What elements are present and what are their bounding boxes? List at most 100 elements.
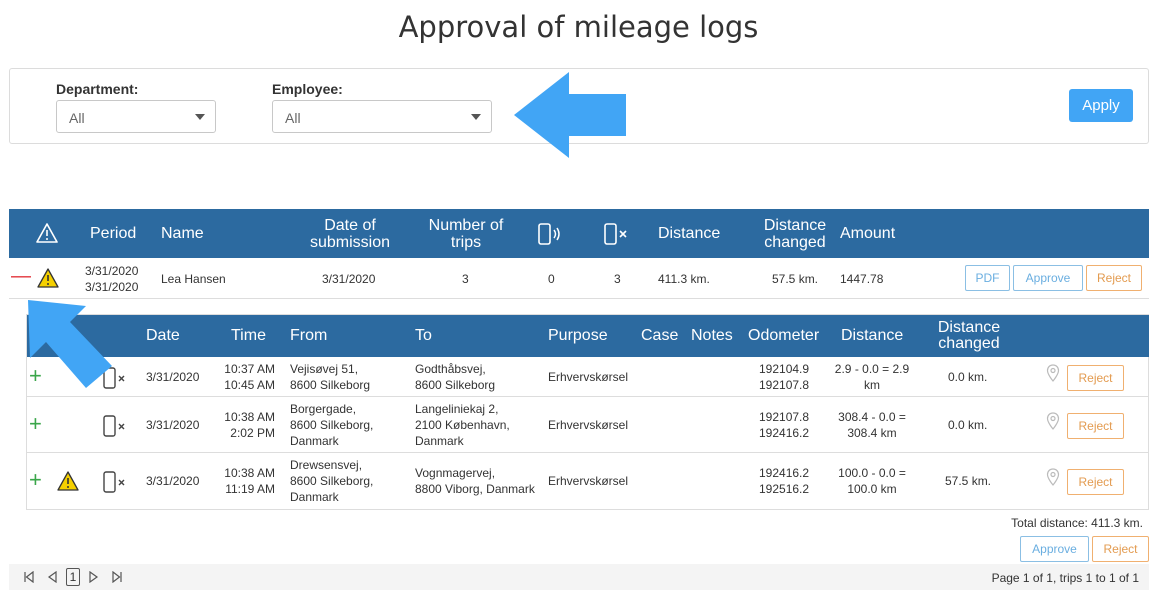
header-number-of-trips: Number of trips [428, 217, 504, 251]
warning-icon [37, 268, 59, 288]
trip-odometer: 192107.8 192416.2 [759, 410, 810, 440]
header-trip-distance-changed: Distance changed [937, 319, 1001, 352]
first-page-icon[interactable] [23, 571, 35, 583]
row-distance: 411.3 km. [658, 272, 710, 286]
header-time: Time [231, 327, 266, 344]
row-amount: 1447.78 [840, 272, 884, 286]
header-distance: Distance [658, 225, 721, 242]
warning-icon [57, 471, 79, 491]
trips-table: Date Time From To Purpose Case Notes Odo… [26, 314, 1149, 510]
collapse-icon[interactable]: — [11, 265, 31, 288]
row-manual-trips: 3 [614, 272, 621, 286]
trip-distance: 100.0 - 0.0 = 100.0 km [838, 466, 906, 496]
row-name: Lea Hansen [161, 272, 226, 286]
manual-phone-icon [103, 471, 125, 493]
auto-tracking-phone-icon [538, 223, 560, 245]
employee-select[interactable]: All [272, 100, 492, 133]
reject-all-button[interactable]: Reject [1092, 536, 1149, 562]
trip-time: 10:38 AM 11:19 AM [224, 466, 275, 496]
table-row: + 3/31/2020 10:38 AM 2:02 PM Borgergade,… [27, 397, 1149, 453]
department-select[interactable]: All [56, 100, 216, 133]
trip-purpose: Erhvervskørsel [548, 370, 629, 384]
pdf-button[interactable]: PDF [965, 265, 1010, 291]
page-title: Approval of mileage logs [398, 10, 759, 44]
department-select-value: All [69, 110, 85, 126]
trip-from: Drewsensvej, 8600 Silkeborg, Danmark [290, 458, 374, 504]
trip-distance: 308.4 - 0.0 = 308.4 km [838, 410, 906, 440]
trip-reject-button[interactable]: Reject [1067, 365, 1124, 391]
next-page-icon[interactable] [88, 571, 100, 583]
approve-button[interactable]: Approve [1013, 265, 1083, 291]
header-notes: Notes [691, 327, 733, 344]
trip-distance-changed: 0.0 km. [948, 418, 988, 432]
trip-purpose: Erhvervskørsel [548, 418, 629, 432]
reject-button[interactable]: Reject [1086, 265, 1142, 291]
map-pin-icon[interactable] [1046, 412, 1060, 430]
header-amount: Amount [840, 225, 896, 242]
row-distance-changed: 57.5 km. [772, 272, 819, 286]
trip-odometer: 192416.2 192516.2 [759, 466, 810, 496]
table-row: — 3/31/2020 3/31/2020 Lea Hansen 3/31/20… [9, 259, 1149, 299]
trip-distance: 2.9 - 0.0 = 2.9 km [834, 362, 910, 392]
header-purpose: Purpose [548, 327, 608, 344]
header-date-submission: Date of submission [309, 217, 391, 251]
page-info: Page 1 of 1, trips 1 to 1 of 1 [991, 571, 1139, 585]
header-distance-changed: Distance changed [763, 217, 827, 251]
trip-odometer: 192104.9 192107.8 [759, 362, 810, 392]
trips-table-header: Date Time From To Purpose Case Notes Odo… [27, 315, 1149, 357]
trip-reject-button[interactable]: Reject [1067, 469, 1124, 495]
warning-icon [36, 223, 58, 243]
approve-all-button[interactable]: Approve [1020, 536, 1089, 562]
pager: 1 Page 1 of 1, trips 1 to 1 of 1 [9, 564, 1149, 590]
manual-phone-icon [103, 415, 125, 437]
expand-icon[interactable]: + [29, 411, 42, 437]
total-distance: Total distance: 411.3 km. [1011, 516, 1143, 530]
up-left-arrow-icon [28, 300, 112, 388]
trip-to: Langeliniekaj 2, 2100 København, Danmark [415, 402, 510, 448]
department-label: Department: [56, 81, 139, 97]
previous-page-icon[interactable] [46, 571, 58, 583]
last-page-icon[interactable] [111, 571, 123, 583]
main-table-header: Period Name Date of submission Number of… [9, 209, 1149, 258]
current-page[interactable]: 1 [66, 568, 80, 586]
trip-distance-changed: 0.0 km. [948, 370, 988, 384]
trip-reject-button[interactable]: Reject [1067, 413, 1124, 439]
employee-label: Employee: [272, 81, 343, 97]
department-filter: Department: All [56, 81, 216, 133]
apply-button[interactable]: Apply [1069, 89, 1133, 122]
header-to: To [415, 327, 432, 344]
table-row: + 3/31/2020 10:38 AM 11:19 AM Drewsensve… [27, 453, 1149, 509]
left-arrow-icon [514, 72, 626, 158]
header-period: Period [90, 225, 137, 242]
row-auto-trips: 0 [548, 272, 555, 286]
trip-distance-changed: 57.5 km. [945, 474, 992, 488]
trip-to: Vognmagervej, 8800 Viborg, Danmark [415, 466, 535, 496]
header-case: Case [641, 327, 679, 344]
row-date-submission: 3/31/2020 [322, 272, 376, 286]
chevron-down-icon [471, 114, 481, 120]
header-trip-distance: Distance [841, 327, 904, 344]
chevron-down-icon [195, 114, 205, 120]
header-date: Date [146, 327, 180, 344]
trip-from: Vejisøvej 51, 8600 Silkeborg [290, 362, 371, 392]
trip-purpose: Erhvervskørsel [548, 474, 629, 488]
map-pin-icon[interactable] [1046, 468, 1060, 486]
map-pin-icon[interactable] [1046, 364, 1060, 382]
trip-date: 3/31/2020 [146, 418, 200, 432]
trip-date: 3/31/2020 [146, 370, 200, 384]
trip-time: 10:37 AM 10:45 AM [224, 362, 275, 392]
trip-date: 3/31/2020 [146, 474, 200, 488]
employee-filter: Employee: All [272, 81, 492, 133]
trip-to: Godthåbsvej, 8600 Silkeborg [415, 362, 496, 392]
header-odometer: Odometer [748, 327, 820, 344]
employee-select-value: All [285, 110, 301, 126]
row-trips: 3 [462, 272, 469, 286]
table-row: + 3/31/2020 10:37 AM 10:45 AM Vejisøvej … [27, 357, 1149, 397]
row-period: 3/31/2020 3/31/2020 [85, 264, 139, 294]
header-name: Name [161, 225, 204, 242]
manual-phone-icon [604, 223, 627, 245]
expand-icon[interactable]: + [29, 467, 42, 493]
header-from: From [290, 327, 328, 344]
trip-from: Borgergade, 8600 Silkeborg, Danmark [290, 402, 374, 448]
trip-time: 10:38 AM 2:02 PM [224, 410, 275, 440]
